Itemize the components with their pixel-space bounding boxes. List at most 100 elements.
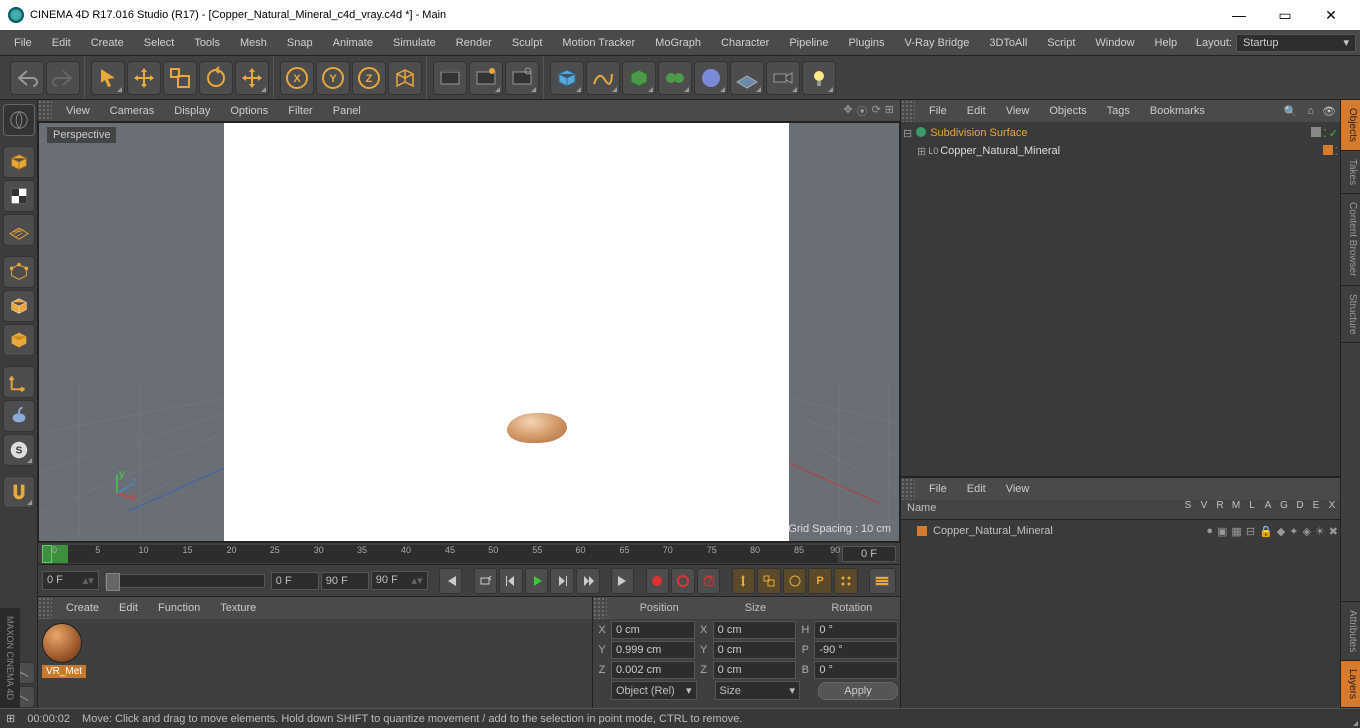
menu-snap[interactable]: Snap — [277, 33, 323, 53]
attr-menu-view[interactable]: View — [996, 480, 1040, 498]
menu-tools[interactable]: Tools — [184, 33, 230, 53]
keyframe-sel[interactable]: ? — [697, 568, 721, 594]
menu-3dtoall[interactable]: 3DToAll — [979, 33, 1037, 53]
key-param[interactable]: P — [808, 568, 832, 594]
apply-button[interactable]: Apply — [818, 682, 898, 700]
menu-animate[interactable]: Animate — [323, 33, 383, 53]
points-mode[interactable] — [3, 256, 35, 288]
expand-icon[interactable]: ⊟ — [903, 127, 912, 140]
side-tab-content-browser[interactable]: Content Browser — [1341, 194, 1360, 285]
vp-menu-options[interactable]: Options — [220, 102, 278, 120]
next-key[interactable] — [550, 568, 574, 594]
obj-menu-edit[interactable]: Edit — [957, 102, 996, 120]
add-generator[interactable] — [622, 61, 656, 95]
menu-mograph[interactable]: MoGraph — [645, 33, 711, 53]
play-button[interactable] — [525, 568, 549, 594]
layer-flag-x[interactable]: ✖ — [1329, 525, 1338, 538]
menu-script[interactable]: Script — [1037, 33, 1085, 53]
key-rot[interactable] — [783, 568, 807, 594]
vp-menu-display[interactable]: Display — [164, 102, 220, 120]
add-camera[interactable] — [766, 61, 800, 95]
goto-start[interactable] — [439, 568, 463, 594]
prev-key[interactable] — [499, 568, 523, 594]
goto-end[interactable] — [611, 568, 635, 594]
scale-tool[interactable] — [163, 61, 197, 95]
range-end[interactable]: 90 F▴▾ — [371, 571, 428, 590]
vp-nav-rotate-icon[interactable]: ⟳ — [872, 103, 881, 119]
move-tool[interactable] — [127, 61, 161, 95]
last-tool[interactable] — [235, 61, 269, 95]
size-z[interactable]: 0 cm — [713, 661, 797, 679]
pos-z[interactable]: 0.002 cm — [611, 661, 695, 679]
menu-pipeline[interactable]: Pipeline — [779, 33, 838, 53]
obj-menu-file[interactable]: File — [919, 102, 957, 120]
inner-end[interactable]: 90 F — [321, 572, 369, 590]
side-tab-layers[interactable]: Layers — [1341, 661, 1360, 708]
side-tab-takes[interactable]: Takes — [1341, 151, 1360, 194]
enable-check[interactable]: ✓ — [1329, 127, 1338, 140]
menu-vray-bridge[interactable]: V-Ray Bridge — [895, 33, 980, 53]
tree-label[interactable]: Copper_Natural_Mineral — [940, 145, 1060, 157]
vp-nav-zoom-icon[interactable]: ⦿ — [857, 103, 868, 119]
tree-row[interactable]: ⊟ Subdivision Surface ⁚ ✓ — [903, 124, 1338, 142]
mat-menu-function[interactable]: Function — [148, 599, 210, 617]
vp-nav-layout-icon[interactable]: ⊞ — [885, 103, 894, 119]
rot-b[interactable]: 0 ° — [814, 661, 898, 679]
menu-character[interactable]: Character — [711, 33, 779, 53]
menu-sculpt[interactable]: Sculpt — [502, 33, 553, 53]
menu-simulate[interactable]: Simulate — [383, 33, 446, 53]
pos-y[interactable]: 0.999 cm — [611, 641, 695, 659]
obj-search-icon[interactable]: 🔍 — [1278, 105, 1304, 118]
coord-mode-dropdown[interactable]: Object (Rel)▾ — [611, 681, 697, 700]
layout-dropdown[interactable]: Startup▾ — [1236, 34, 1356, 52]
vp-menu-view[interactable]: View — [56, 102, 100, 120]
timeline[interactable]: 0 5 10 15 20 25 30 35 40 45 50 55 60 65 … — [38, 542, 900, 564]
mat-menu-texture[interactable]: Texture — [210, 599, 266, 617]
layer-color-icon[interactable] — [917, 526, 927, 536]
obj-menu-tags[interactable]: Tags — [1097, 102, 1140, 120]
coord-system[interactable] — [388, 61, 422, 95]
add-cube[interactable] — [550, 61, 584, 95]
panel-grip[interactable] — [593, 597, 607, 619]
layer-flag-l[interactable]: 🔒 — [1259, 525, 1273, 538]
add-deformer[interactable] — [658, 61, 692, 95]
obj-menu-view[interactable]: View — [996, 102, 1040, 120]
add-spline[interactable] — [586, 61, 620, 95]
render-pv[interactable] — [469, 61, 503, 95]
x-axis-lock[interactable]: X — [280, 61, 314, 95]
panel-grip[interactable] — [38, 100, 52, 121]
attr-menu-file[interactable]: File — [919, 480, 957, 498]
layer-flag-d[interactable]: ◈ — [1302, 525, 1310, 538]
next-frame[interactable] — [576, 568, 600, 594]
minimize-button[interactable]: — — [1218, 2, 1260, 28]
layer-color-icon[interactable] — [1323, 145, 1333, 155]
redo-button[interactable] — [46, 61, 80, 95]
key-scale[interactable] — [757, 568, 781, 594]
record-button[interactable] — [646, 568, 670, 594]
maximize-button[interactable]: ▭ — [1264, 2, 1306, 28]
layer-name[interactable]: Copper_Natural_Mineral — [933, 525, 1053, 537]
snap-toggle[interactable]: S — [3, 434, 35, 466]
attr-menu-edit[interactable]: Edit — [957, 480, 996, 498]
size-y[interactable]: 0 cm — [713, 641, 797, 659]
menu-mesh[interactable]: Mesh — [230, 33, 277, 53]
add-environment[interactable] — [694, 61, 728, 95]
axis-tool[interactable] — [3, 366, 35, 398]
render-settings[interactable] — [505, 61, 539, 95]
layer-color-icon[interactable] — [1311, 127, 1321, 137]
loop-button[interactable] — [474, 568, 498, 594]
range-slider[interactable] — [105, 574, 265, 588]
visibility-dots[interactable]: ⁚ — [1335, 145, 1339, 158]
layer-row[interactable]: Copper_Natural_Mineral ● ▣ ▦ ⊟ 🔒 ◆ ✦ ◈ ☀… — [903, 522, 1338, 540]
range-start[interactable]: 0 F▴▾ — [42, 571, 99, 590]
side-tab-structure[interactable]: Structure — [1341, 286, 1360, 344]
layer-flag-e[interactable]: ☀ — [1315, 525, 1325, 538]
timeline-ruler[interactable]: 0 5 10 15 20 25 30 35 40 45 50 55 60 65 … — [52, 545, 838, 563]
layer-flag-m[interactable]: ⊟ — [1246, 525, 1255, 538]
material-item[interactable]: VR_Met — [42, 623, 86, 704]
close-button[interactable]: ✕ — [1310, 2, 1352, 28]
tweak-mode[interactable] — [3, 400, 35, 432]
edges-mode[interactable] — [3, 290, 35, 322]
vp-menu-cameras[interactable]: Cameras — [100, 102, 165, 120]
z-axis-lock[interactable]: Z — [352, 61, 386, 95]
